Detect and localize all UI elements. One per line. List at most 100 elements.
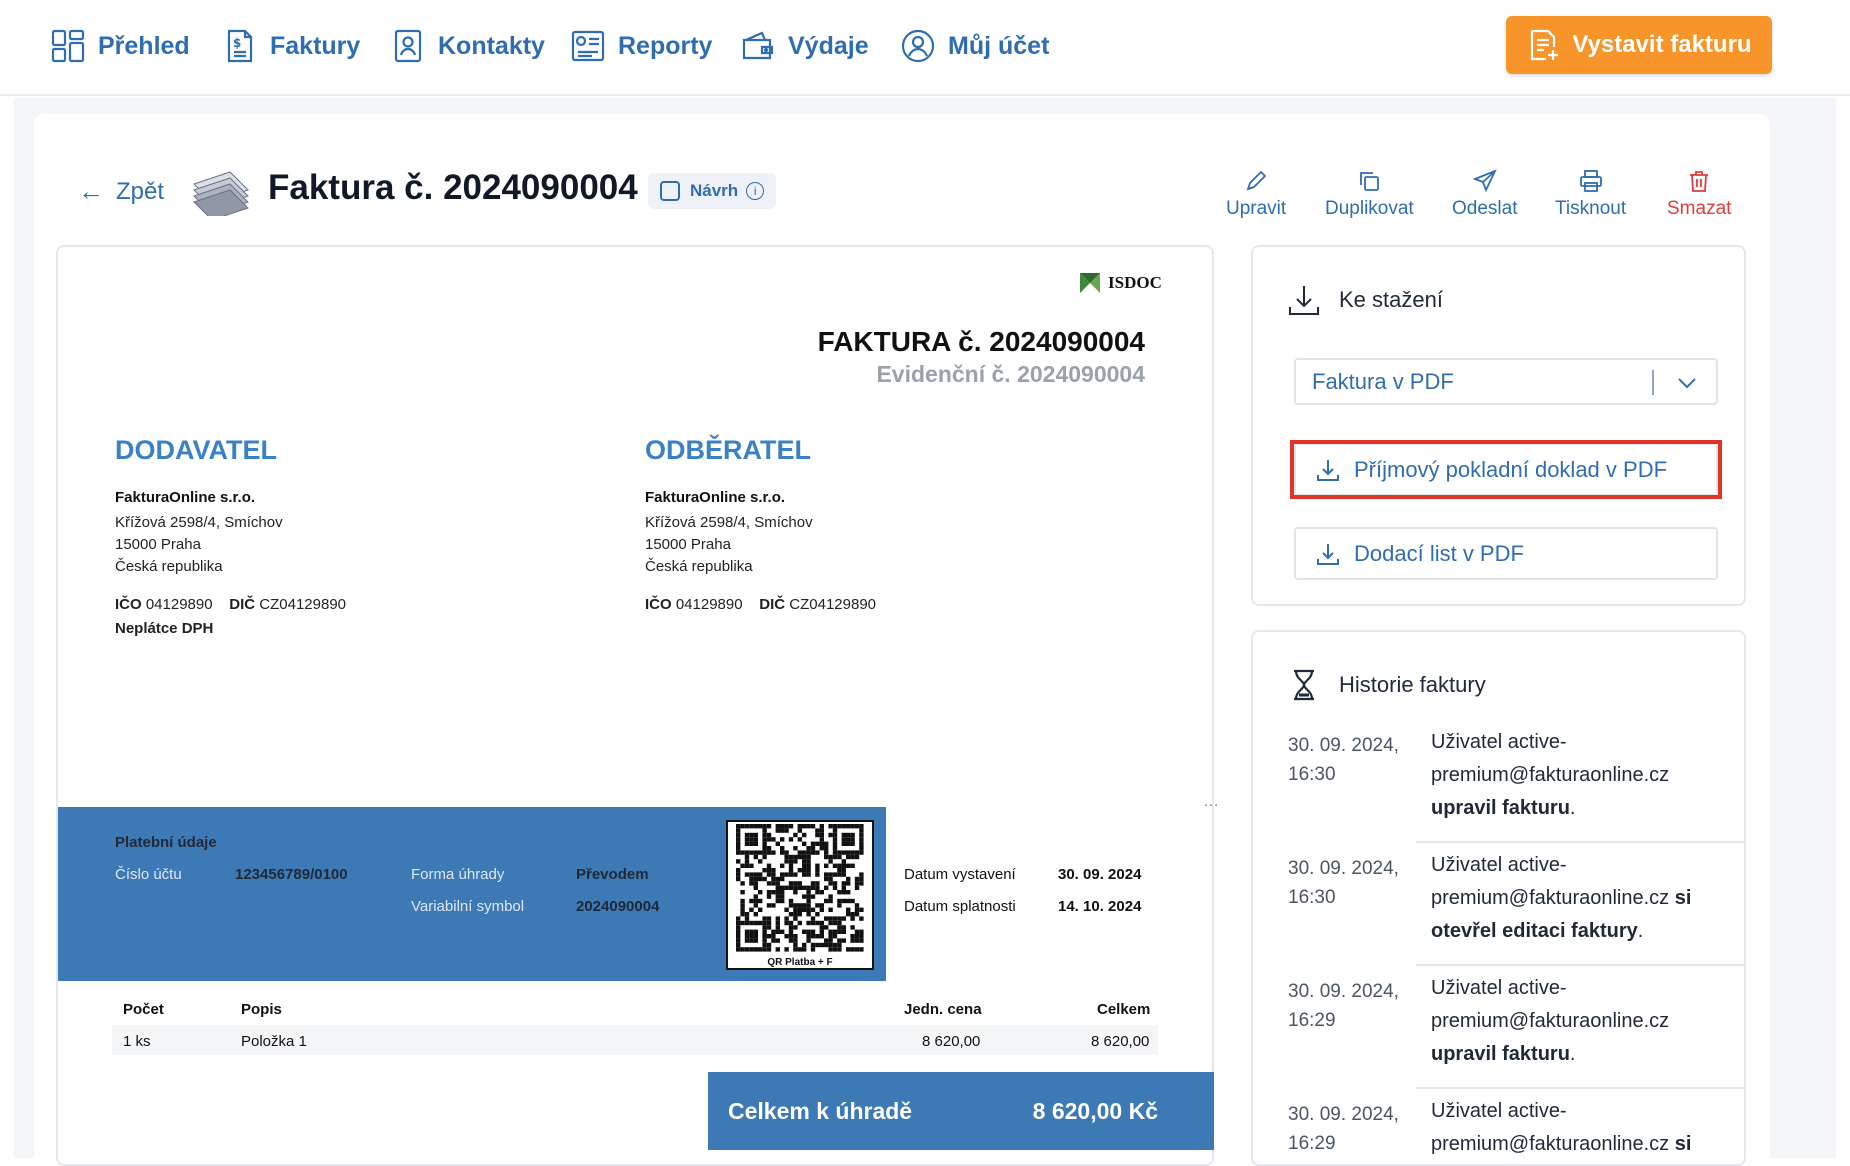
send-button[interactable]: Odeslat (1452, 168, 1517, 220)
downloads-heading: Ke stažení (1287, 283, 1443, 317)
qr-module (797, 850, 802, 855)
qr-module (749, 881, 754, 886)
supplier-country: Česká republika (115, 558, 223, 575)
qr-module (828, 938, 833, 943)
qr-module (815, 920, 820, 926)
qr-module (815, 828, 820, 833)
duplicate-button[interactable]: Duplikovat (1325, 168, 1414, 220)
back-label: Zpět (116, 177, 165, 205)
delete-button[interactable]: Smazat (1667, 168, 1731, 220)
nav-label: Výdaje (788, 31, 869, 60)
qr-module (810, 920, 816, 926)
back-link[interactable]: ← Zpět (78, 176, 164, 207)
qr-module (815, 841, 820, 846)
qr-module (832, 947, 838, 952)
qr-module (850, 916, 855, 921)
qr-module (824, 916, 829, 921)
qr-module (806, 859, 811, 864)
qr-module (797, 868, 802, 873)
qr-module (819, 837, 824, 842)
qr-module (788, 868, 794, 873)
info-icon[interactable]: i (746, 182, 765, 200)
qr-module (736, 947, 741, 952)
issue-invoice-button[interactable]: Vystavit fakturu (1506, 16, 1772, 74)
resize-handle[interactable]: … (1203, 793, 1219, 811)
download-format-select[interactable]: Faktura v PDF (1294, 358, 1718, 405)
nav-item-faktury[interactable]: $ Faktury (222, 26, 360, 66)
qr-module (740, 850, 745, 855)
qr-module (806, 903, 811, 908)
qr-module (793, 912, 798, 917)
download-icon (1289, 286, 1319, 315)
qr-module (837, 850, 842, 855)
customer-city: 15000 Praha (645, 536, 731, 553)
issued-date: 30. 09. 2024 (1058, 866, 1142, 883)
qr-module (784, 824, 789, 829)
print-button[interactable]: Tisknout (1555, 168, 1626, 220)
qr-module (793, 872, 798, 877)
qr-module (762, 854, 767, 860)
isdoc-badge[interactable]: ISDOC (1078, 271, 1162, 295)
qr-module (841, 868, 846, 873)
nav-item-muj-ucet[interactable]: Můj účet (900, 26, 1049, 66)
total-band: Celkem k úhradě 8 620,00 Kč (708, 1072, 1214, 1150)
qr-module (859, 934, 864, 939)
qr-module (854, 912, 860, 917)
qr-module (788, 881, 794, 886)
qr-module (819, 828, 824, 833)
qr-module (753, 929, 758, 934)
delivery-note-pdf-button[interactable]: Dodací list v PDF (1294, 527, 1718, 580)
history-action: otevřel editaci faktury (1431, 920, 1638, 942)
qr-module (793, 881, 798, 886)
qr-module (854, 907, 860, 912)
qr-module (841, 837, 846, 842)
qr-module (744, 837, 750, 842)
supplier-ico: 04129890 (145, 596, 213, 613)
edit-button[interactable]: Upravit (1226, 168, 1286, 220)
qr-module (846, 863, 851, 868)
qr-module (780, 846, 785, 851)
qr-module (766, 942, 772, 948)
qr-module (753, 832, 758, 838)
qr-module (850, 938, 855, 943)
qr-module (762, 846, 767, 851)
qr-module (784, 885, 789, 890)
new-invoice-icon (1531, 29, 1559, 61)
qr-module (824, 925, 829, 930)
qr-module (780, 885, 785, 890)
qr-module (775, 841, 780, 846)
qr-module (802, 903, 807, 908)
qr-module (753, 876, 758, 882)
qr-module (775, 885, 780, 890)
qr-module (824, 876, 829, 882)
qr-module (815, 942, 820, 948)
nav-item-reporty[interactable]: Reporty (570, 26, 712, 66)
nav-item-prehled[interactable]: Přehled (50, 26, 190, 66)
qr-module (828, 907, 833, 912)
qr-module (797, 854, 802, 860)
nav-item-vydaje[interactable]: Výdaje (740, 26, 869, 66)
qr-module (788, 898, 794, 904)
qr-module (771, 868, 776, 873)
qr-module (758, 907, 763, 912)
qr-module (797, 828, 802, 833)
qr-module (766, 850, 772, 855)
qr-module (819, 832, 824, 838)
nav-item-kontakty[interactable]: Kontakty (390, 26, 545, 66)
qr-module (841, 859, 846, 864)
qr-module (762, 868, 767, 873)
qr-module (749, 872, 754, 877)
qr-module (806, 854, 811, 860)
qr-module (793, 832, 798, 838)
arrow-left-icon: ← (78, 176, 104, 206)
supplier-dic: CZ04129890 (259, 596, 347, 613)
qr-module (854, 850, 860, 855)
qr-module (837, 898, 842, 904)
history-action-pre: si (1674, 1133, 1692, 1155)
qr-module (810, 907, 816, 912)
status-badge[interactable]: Návrh i (648, 173, 777, 209)
qr-module (832, 854, 838, 860)
qr-module (771, 890, 776, 895)
qr-module (762, 916, 767, 921)
qr-module (736, 942, 741, 948)
